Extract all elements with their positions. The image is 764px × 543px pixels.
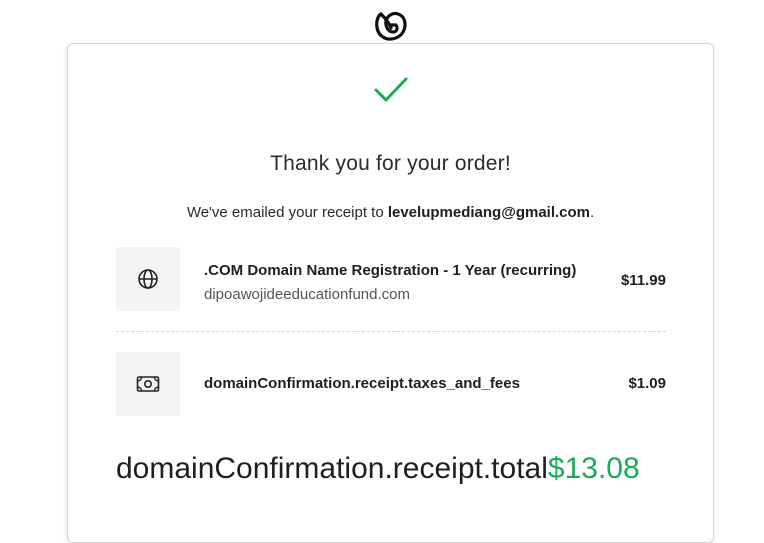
receipt-prefix: We've emailed your receipt to (186, 204, 388, 221)
cash-icon (116, 352, 180, 416)
divider (116, 331, 666, 332)
line-item-taxes: domainConfirmation.receipt.taxes_and_fee… (116, 352, 666, 416)
line-item-name: .COM Domain Name Registration - 1 Year (… (204, 262, 577, 279)
line-item-price: $11.99 (620, 272, 666, 289)
globe-icon (116, 247, 180, 311)
receipt-email: levelupmediang@gmail.com (387, 204, 591, 221)
page-title: Thank you for your order! (270, 152, 511, 175)
line-item-domain: .COM Domain Name Registration - 1 Year (… (116, 247, 666, 311)
godaddy-logo-icon (373, 10, 409, 42)
check-icon (373, 76, 409, 104)
line-item-name: domainConfirmation.receipt.taxes_and_fee… (204, 375, 520, 392)
line-item-domain-name: dipoawojideeducationfund.com (204, 286, 410, 303)
receipt-suffix: . (590, 204, 595, 221)
total-label: domainConfirmation.receipt.total (116, 452, 548, 485)
order-confirmation-card: Thank you for your order! We've emailed … (67, 43, 714, 543)
line-item-price: $1.09 (628, 375, 666, 392)
receipt-message: We've emailed your receipt to levelupmed… (68, 204, 713, 221)
total-value: $13.08 (547, 452, 640, 485)
order-total: domainConfirmation.receipt.total$13.08 (116, 452, 640, 486)
